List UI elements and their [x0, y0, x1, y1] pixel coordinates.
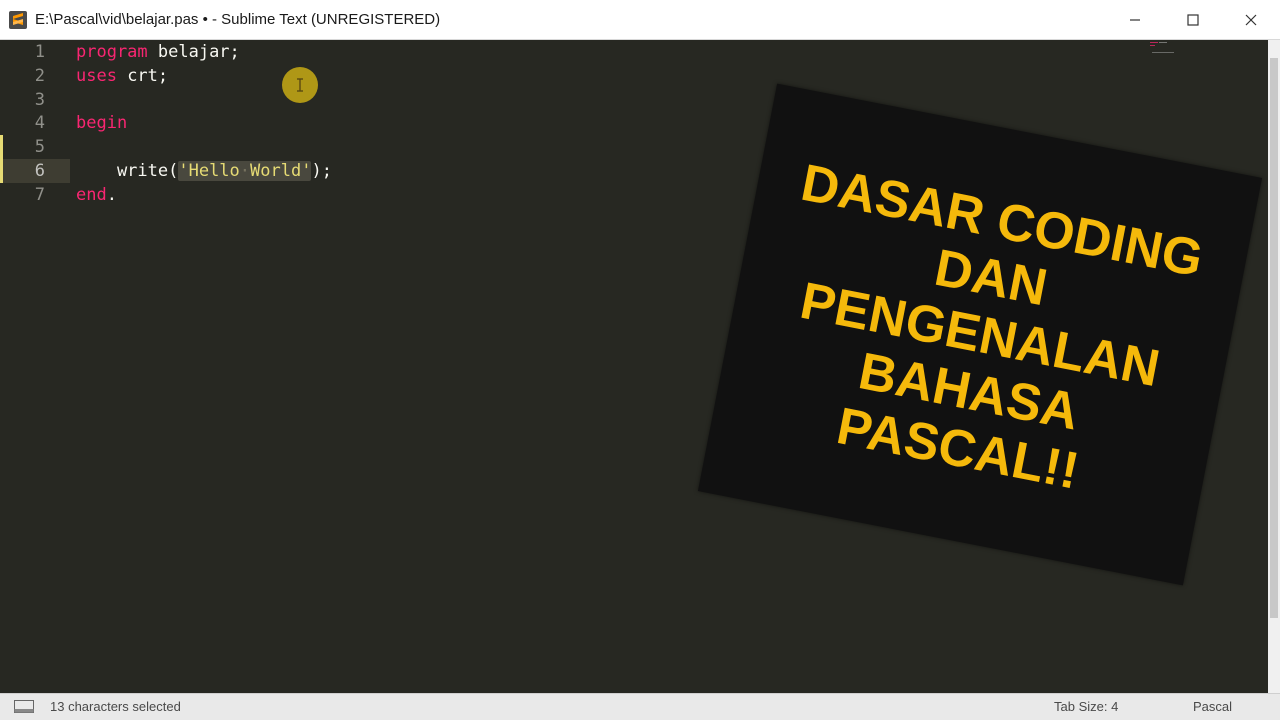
keyword-token: begin	[76, 113, 128, 133]
syntax-selector[interactable]: Pascal	[1193, 699, 1232, 714]
window-controls	[1106, 0, 1280, 40]
line-number: 7	[34, 185, 45, 205]
scrollbar-thumb[interactable]	[1270, 58, 1278, 618]
line-number-active: 6	[34, 161, 45, 181]
keyword-token: uses	[76, 66, 117, 86]
code-line[interactable]: uses crt;	[76, 64, 168, 88]
status-bar: 13 characters selected Tab Size: 4 Pasca…	[0, 693, 1280, 720]
line-number: 5	[34, 137, 45, 157]
whitespace-dot: ·	[239, 161, 251, 181]
line-number: 1	[34, 42, 45, 62]
text-cursor-icon	[297, 78, 303, 92]
minimize-icon	[1130, 19, 1140, 21]
string-token: 'Hello	[178, 161, 240, 181]
code-line[interactable]: program belajar;	[76, 40, 240, 64]
line-number-gutter: 1 2 3 4 5 6 7	[0, 40, 62, 693]
line-number: 2	[34, 66, 45, 86]
code-token: belajar;	[147, 42, 240, 62]
mouse-cursor-highlight	[282, 67, 318, 103]
string-token: World'	[250, 161, 312, 181]
code-token: write(	[76, 161, 179, 181]
vertical-scrollbar[interactable]	[1268, 40, 1280, 693]
line-number: 4	[34, 113, 45, 133]
maximize-icon	[1187, 14, 1199, 26]
keyword-token: program	[76, 42, 148, 62]
keyword-token: end	[76, 185, 107, 205]
sublime-text-icon	[9, 10, 27, 29]
code-line[interactable]: end.	[76, 183, 117, 207]
selection-status: 13 characters selected	[50, 699, 181, 714]
sublime-text-window: E:\Pascal\vid\belajar.pas • - Sublime Te…	[0, 0, 1280, 720]
code-token: .	[106, 185, 117, 205]
string-selection[interactable]: 'Hello·World'	[178, 161, 312, 181]
code-line[interactable]: begin	[76, 111, 127, 135]
panel-toggle-icon[interactable]	[14, 700, 34, 713]
close-button[interactable]	[1222, 0, 1280, 40]
close-icon	[1245, 14, 1257, 26]
title-bar[interactable]: E:\Pascal\vid\belajar.pas • - Sublime Te…	[0, 0, 1280, 40]
code-token: );	[311, 161, 332, 181]
minimize-button[interactable]	[1106, 0, 1164, 40]
tab-size-selector[interactable]: Tab Size: 4	[1054, 699, 1118, 714]
maximize-button[interactable]	[1164, 0, 1222, 40]
code-line-active[interactable]: write('Hello·World');	[76, 159, 332, 183]
minimap[interactable]	[1148, 40, 1178, 60]
code-token: crt;	[116, 66, 169, 86]
window-title: E:\Pascal\vid\belajar.pas • - Sublime Te…	[35, 11, 441, 28]
line-number: 3	[34, 90, 45, 110]
